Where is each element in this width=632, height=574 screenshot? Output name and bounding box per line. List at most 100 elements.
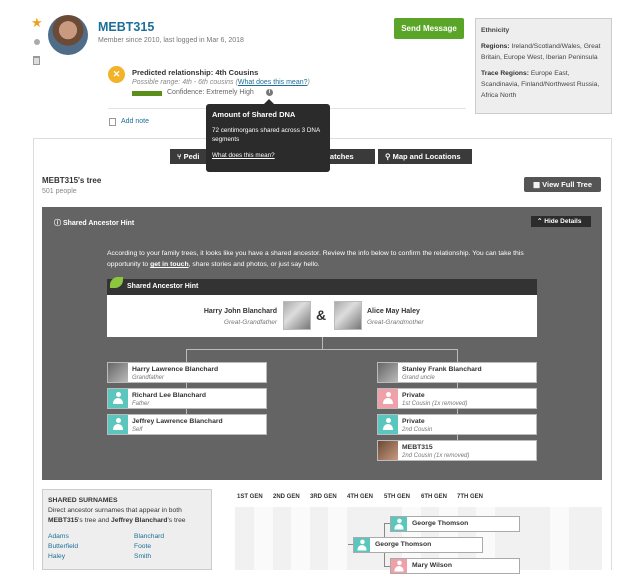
member-info: Member since 2010, last logged in Mar 6,… [98,37,244,44]
tree-icon: ▦ [532,180,543,189]
generation-label: 5TH GEN [384,494,411,500]
person-relation: Grandfather [132,374,165,381]
ancestor-1-relation: Great-Grandfather [223,319,277,326]
person-name: George Thomson [412,520,469,527]
generation-column [328,507,347,570]
person-relation: 2nd Cousin [402,426,433,433]
ancestor-1-name[interactable]: Harry John Blanchard [170,308,277,315]
ancestor-2-photo[interactable] [334,301,362,330]
generation-column [254,507,273,570]
person-relation: Self [132,426,143,433]
person-relation: 1st Cousin (1x removed) [402,400,468,407]
view-full-tree-button[interactable]: ▦ View Full Tree [524,177,601,192]
info-icon[interactable]: i [266,89,273,96]
person-relation: Grand uncle [402,374,435,381]
info-circle-icon: ⓘ [54,220,63,227]
surname-link[interactable]: Foote [134,542,164,552]
person-card[interactable]: Stanley Frank Blanchard Grand uncle [377,362,537,383]
ancestor-1-photo[interactable] [283,301,311,330]
ethnicity-regions: Regions: Ireland/Scotland/Wales, Great B… [481,43,601,61]
map-pin-icon: ⚲ [385,152,393,161]
person-card[interactable]: Private 2nd Cousin [377,414,537,435]
predicted-relationship: Predicted relationship: 4th Cousins [132,68,259,77]
generation-label: 6TH GEN [421,494,448,500]
surname-link[interactable]: Blanchard [134,532,164,542]
person-photo [108,389,128,408]
female-silhouette-icon [394,560,404,573]
tree-count: 501 people [42,188,77,195]
person-name: Stanley Frank Blanchard [402,366,482,373]
person-name: Jeffrey Lawrence Blanchard [132,418,223,425]
person-name: Private [402,418,425,425]
add-note-link[interactable]: Add note [121,118,149,125]
generation-label: 4TH GEN [347,494,374,500]
male-silhouette-icon [383,418,393,431]
male-silhouette-icon [113,418,123,431]
person-photo [378,415,398,434]
person-name: Private [402,392,425,399]
male-silhouette-icon [394,518,404,531]
surname-link[interactable]: Butterfield [48,542,134,552]
surname-column: Blanchard Foote Smith [134,532,164,562]
ampersand: & [316,307,327,323]
tooltip-title: Amount of Shared DNA [212,110,296,119]
shared-ancestor-box-title: Shared Ancestor Hint [107,279,537,295]
person-relation: 2nd Cousin (1x removed) [402,452,470,459]
connector-line [322,337,323,349]
tooltip-body: 72 centimorgans shared across 3 DNA segm… [212,126,320,144]
dna-match-icon: ✕ [108,66,125,83]
person-card[interactable]: Private 1st Cousin (1x removed) [377,388,537,409]
shared-surnames-desc: Direct ancestor surnames that appear in … [48,507,186,524]
connector-line [457,349,458,362]
pedigree-person-card[interactable]: George Thomson [353,537,483,553]
pedigree-person-card[interactable]: George Thomson [390,516,520,532]
male-silhouette-icon [113,392,123,405]
ancestor-2-name[interactable]: Alice May Haley [367,308,420,315]
generation-label: 7TH GEN [457,494,484,500]
generation-label: 1ST GEN [237,494,263,500]
what-does-this-mean-link[interactable]: What does this mean? [238,79,308,86]
generation-label: 3RD GEN [310,494,337,500]
surname-link[interactable]: Smith [134,552,164,562]
person-name: Harry Lawrence Blanchard [132,366,219,373]
status-dot-icon[interactable] [34,39,40,45]
favorite-star-icon[interactable]: ★ [31,16,43,29]
pedigree-person-card[interactable]: Mary Wilson [390,558,520,574]
pedigree-icon: ⑂ [177,152,184,161]
trash-icon[interactable] [33,56,40,65]
ethnicity-box: Ethnicity Regions: Ireland/Scotland/Wale… [475,18,612,114]
surname-link[interactable]: Haley [48,552,134,562]
person-name: Mary Wilson [412,562,452,569]
ethnicity-title: Ethnicity [481,27,510,34]
person-card[interactable]: MEBT315 2nd Cousin (1x removed) [377,440,537,461]
hint-header: ⓘ Shared Ancestor Hint [54,220,135,227]
tab-pedigree[interactable]: ⑂ Pedi [170,149,210,164]
get-in-touch-link[interactable]: get in touch [150,261,189,268]
tab-map-locations[interactable]: ⚲ Map and Locations [378,149,472,164]
shared-surnames-title: SHARED SURNAMES [48,497,118,504]
person-photo [391,559,407,573]
person-name: MEBT315 [402,444,433,451]
surname-link[interactable]: Adams [48,532,134,542]
shared-dna-tooltip: Amount of Shared DNA 72 centimorgans sha… [206,104,330,172]
confidence-label: Confidence: Extremely High [167,89,254,96]
profile-username[interactable]: MEBT315 [98,20,154,34]
person-photo [391,517,407,531]
person-photo [108,415,128,434]
hint-text: According to your family trees, it looks… [107,250,524,268]
person-photo [108,363,128,382]
person-photo [378,441,398,460]
send-message-button[interactable]: Send Message [394,18,464,39]
person-card[interactable]: Richard Lee Blanchard Father [107,388,267,409]
person-card[interactable]: Jeffrey Lawrence Blanchard Self [107,414,267,435]
ethnicity-trace-regions: Trace Regions: Europe East, Scandinavia,… [481,70,600,99]
hide-details-button[interactable]: ⌃ Hide Details [531,216,591,227]
generation-column [550,507,569,570]
ancestor-2-relation: Great-Grandmother [367,319,424,326]
surname-columns: Adams Butterfield Haley Blanchard Foote … [48,532,206,562]
note-icon [109,118,116,126]
person-photo [378,363,398,382]
possible-range: Possible range: 4th - 6th cousins (What … [132,79,310,86]
person-card[interactable]: Harry Lawrence Blanchard Grandfather [107,362,267,383]
tooltip-link[interactable]: What does this mean? [212,151,324,161]
